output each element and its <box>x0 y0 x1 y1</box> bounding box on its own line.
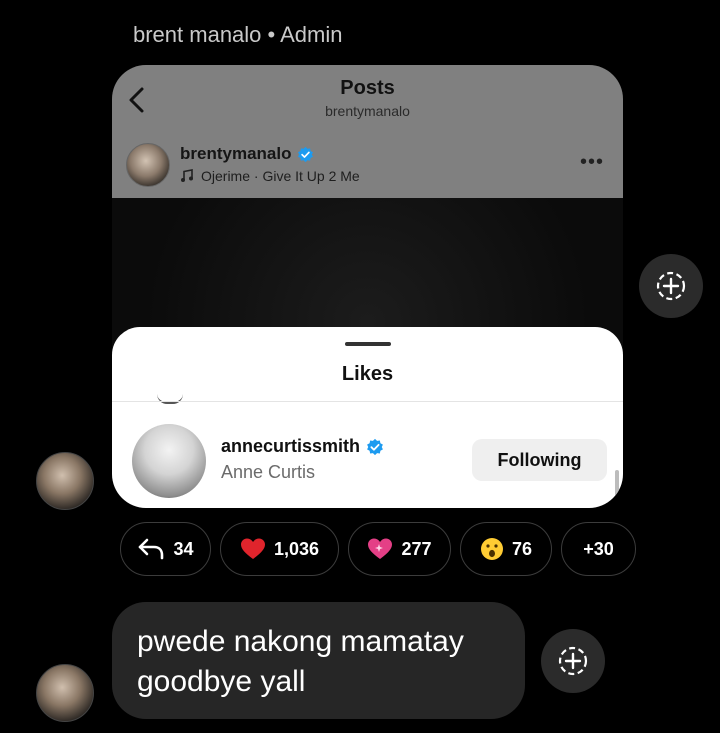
likes-title: Likes <box>341 363 394 385</box>
more-reactions-chip[interactable]: +30 <box>561 522 636 576</box>
reaction-count: 76 <box>511 538 533 559</box>
scrollbar[interactable] <box>615 470 619 504</box>
reaction-chip-heart[interactable]: 1,036 <box>220 522 339 576</box>
sparkling-heart-icon <box>368 538 393 559</box>
message-bubble[interactable]: pwede nakong mamatay goodbye yall <box>112 602 525 719</box>
reaction-count: 34 <box>173 538 194 559</box>
share-button[interactable] <box>639 254 703 318</box>
share-button[interactable] <box>541 629 605 693</box>
reaction-count: +30 <box>583 538 614 559</box>
liker-username-row[interactable]: annecurtissmith <box>221 436 384 457</box>
post-song-label: Ojerime · Give It Up 2 Me <box>201 168 360 184</box>
divider <box>112 401 623 402</box>
red-heart-icon <box>240 538 265 559</box>
message-text: pwede nakong mamatay goodbye yall <box>137 625 464 698</box>
likes-sheet: Likes annecurtissmith Anne Curtis Follow… <box>112 327 623 508</box>
post-author-avatar[interactable] <box>126 143 170 187</box>
sender-avatar[interactable] <box>36 664 94 722</box>
add-circle-icon <box>656 271 686 301</box>
post-author-username: brentymanalo <box>180 144 292 163</box>
verified-badge-icon <box>367 438 383 455</box>
sender-avatar[interactable] <box>36 452 94 510</box>
shared-post-card[interactable]: Posts brentymanalo brentymanalo Ojerime … <box>112 65 623 508</box>
sheet-drag-handle[interactable] <box>345 342 391 346</box>
liker-avatar[interactable] <box>132 424 206 498</box>
more-dots-icon[interactable]: ••• <box>580 151 604 174</box>
reaction-count: 1,036 <box>273 538 320 559</box>
reaction-chip-surprised[interactable]: 76 <box>460 522 552 576</box>
music-note-icon <box>181 169 193 182</box>
sender-label: brent manalo • Admin <box>133 22 343 47</box>
post-header: Posts brentymanalo brentymanalo Ojerime … <box>112 65 623 198</box>
post-song-row[interactable]: Ojerime · Give It Up 2 Me <box>180 168 360 184</box>
posts-subtitle: brentymanalo <box>325 103 410 119</box>
reply-arrow-icon <box>139 538 164 560</box>
reaction-chip-sparkling-heart[interactable]: 277 <box>348 522 451 576</box>
reactions-bar: 34 1,036 277 76 +30 <box>120 522 636 578</box>
post-author-row[interactable]: brentymanalo <box>180 144 314 164</box>
add-circle-icon <box>558 646 588 676</box>
surprised-face-icon <box>480 538 503 560</box>
liker-username: annecurtissmith <box>221 436 361 456</box>
previous-row-avatar-edge <box>157 394 183 404</box>
liker-display-name: Anne Curtis <box>221 462 316 482</box>
verified-badge-icon <box>298 146 314 162</box>
reaction-count: 277 <box>401 538 432 559</box>
following-button[interactable]: Following <box>472 439 607 481</box>
posts-title: Posts <box>340 77 395 99</box>
reply-count-chip[interactable]: 34 <box>120 522 211 576</box>
